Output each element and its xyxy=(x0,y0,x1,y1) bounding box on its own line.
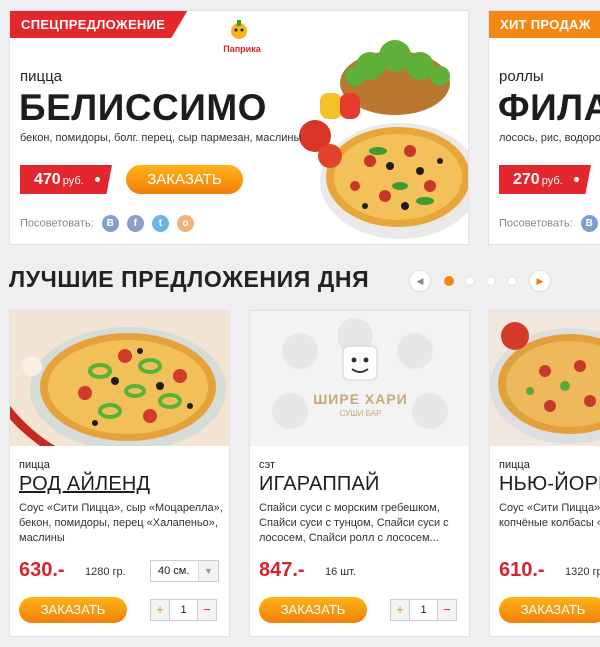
product-price: 630.- xyxy=(19,559,65,581)
section-title: ЛУЧШИЕ ПРЕДЛОЖЕНИЯ ДНЯ xyxy=(9,266,370,292)
brand-logo-text: ШИРЕ ХАРИ xyxy=(313,391,408,407)
vk-icon[interactable]: В xyxy=(580,215,598,232)
brand-logo xyxy=(231,20,247,39)
vk-icon[interactable]: В xyxy=(101,215,119,232)
order-button[interactable]: ЗАКАЗАТЬ xyxy=(259,597,367,623)
carousel-dot-3[interactable] xyxy=(486,276,496,286)
promo-price-currency: руб. xyxy=(62,175,84,187)
product-description: Соус «Сити Пицца», сыр «Моцарелла», беко… xyxy=(19,502,223,544)
size-select[interactable]: 40 см. ▼ xyxy=(150,560,219,582)
promo-price-value: 270 xyxy=(513,171,540,188)
product-description: Соус «Сити Пицца», сыр «Моцарелла», копч… xyxy=(499,502,600,529)
promo-title: ФИЛАДЕЛЬФИЯ xyxy=(498,87,600,128)
product-category: сэт xyxy=(259,459,276,471)
promo-card-special: СПЕЦПРЕДЛОЖЕНИЕ Паприка пицца БЕЛИССИМО … xyxy=(9,10,469,245)
share-label: Посоветовать: xyxy=(499,217,573,230)
product-description: Спайси суси с морским гребешком, Спайси … xyxy=(259,502,449,544)
share-bar: Посоветовать: В f t o xyxy=(20,215,194,232)
plus-button[interactable]: + xyxy=(390,599,410,621)
promo-title: БЕЛИССИМО xyxy=(19,87,267,128)
product-title-link[interactable]: ИГАРАППАЙ xyxy=(259,473,380,496)
product-photo[interactable] xyxy=(250,311,470,446)
pizza-photo xyxy=(299,40,468,239)
size-select-value: 40 см. xyxy=(158,565,190,577)
product-photo[interactable] xyxy=(490,311,600,446)
carousel-next-button[interactable]: ▶ xyxy=(529,270,551,292)
product-weight: 16 шт. xyxy=(325,566,356,578)
promo-order-button[interactable]: ЗАКАЗАТЬ xyxy=(126,165,243,194)
quantity-input[interactable]: 1 xyxy=(170,599,197,621)
odnoklassniki-icon[interactable]: o xyxy=(176,215,194,232)
promo-price: 270 руб. xyxy=(499,165,591,194)
plus-button[interactable]: + xyxy=(150,599,170,621)
product-weight: 1280 гр. xyxy=(85,566,126,578)
carousel-prev-button[interactable]: ◀ xyxy=(409,270,431,292)
order-button[interactable]: ЗАКАЗАТЬ xyxy=(19,597,127,623)
promo-price-currency: руб. xyxy=(541,175,563,187)
product-price: 847.- xyxy=(259,559,305,581)
product-weight: 1320 гр. xyxy=(565,566,600,578)
product-category: пицца xyxy=(499,459,530,471)
quantity-input[interactable]: 1 xyxy=(410,599,437,621)
minus-button[interactable]: − xyxy=(437,599,457,621)
promo-ingredients: бекон, помидоры, болг. перец, сыр пармез… xyxy=(20,132,302,144)
promo-ingredients: лосось, рис, водоросли xyxy=(499,132,600,144)
promo-price-value: 470 xyxy=(34,171,61,188)
product-card: ШИРЕ ХАРИ СУШИ БАР сэт ИГАРАППАЙ Спайси … xyxy=(249,310,470,637)
promo-category: роллы xyxy=(499,68,544,85)
product-photo[interactable] xyxy=(10,311,230,446)
chevron-down-icon: ▼ xyxy=(198,561,218,581)
product-title-link[interactable]: НЬЮ-ЙОРК xyxy=(499,473,600,496)
promo-ribbon: ХИТ ПРОДАЖ xyxy=(489,11,600,38)
product-card: пицца НЬЮ-ЙОРК Соус «Сити Пицца», сыр «М… xyxy=(489,310,600,637)
minus-button[interactable]: − xyxy=(197,599,217,621)
share-bar: Посоветовать: В xyxy=(499,215,598,232)
product-category: пицца xyxy=(19,459,50,471)
price-dot xyxy=(95,177,100,182)
product-price: 610.- xyxy=(499,559,545,581)
facebook-icon[interactable]: f xyxy=(126,215,144,232)
twitter-icon[interactable]: t xyxy=(151,215,169,232)
share-label: Посоветовать: xyxy=(20,217,94,230)
price-dot xyxy=(574,177,579,182)
carousel-dot-4[interactable] xyxy=(507,276,517,286)
promo-category: пицца xyxy=(20,68,63,85)
promo-card-bestseller: ХИТ ПРОДАЖ роллы ФИЛАДЕЛЬФИЯ лосось, рис… xyxy=(488,10,600,245)
promo-price: 470 руб. xyxy=(20,165,112,194)
carousel-dot-2[interactable] xyxy=(465,276,475,286)
promo-ribbon: СПЕЦПРЕДЛОЖЕНИЕ xyxy=(10,11,188,38)
product-title-link[interactable]: РОД АЙЛЕНД xyxy=(19,473,150,496)
carousel-dot-1[interactable] xyxy=(444,276,454,286)
brand-logo-subtext: СУШИ БАР xyxy=(339,409,382,418)
order-button[interactable]: ЗАКАЗАТЬ xyxy=(499,597,600,623)
product-card: пицца РОД АЙЛЕНД Соус «Сити Пицца», сыр … xyxy=(9,310,230,637)
